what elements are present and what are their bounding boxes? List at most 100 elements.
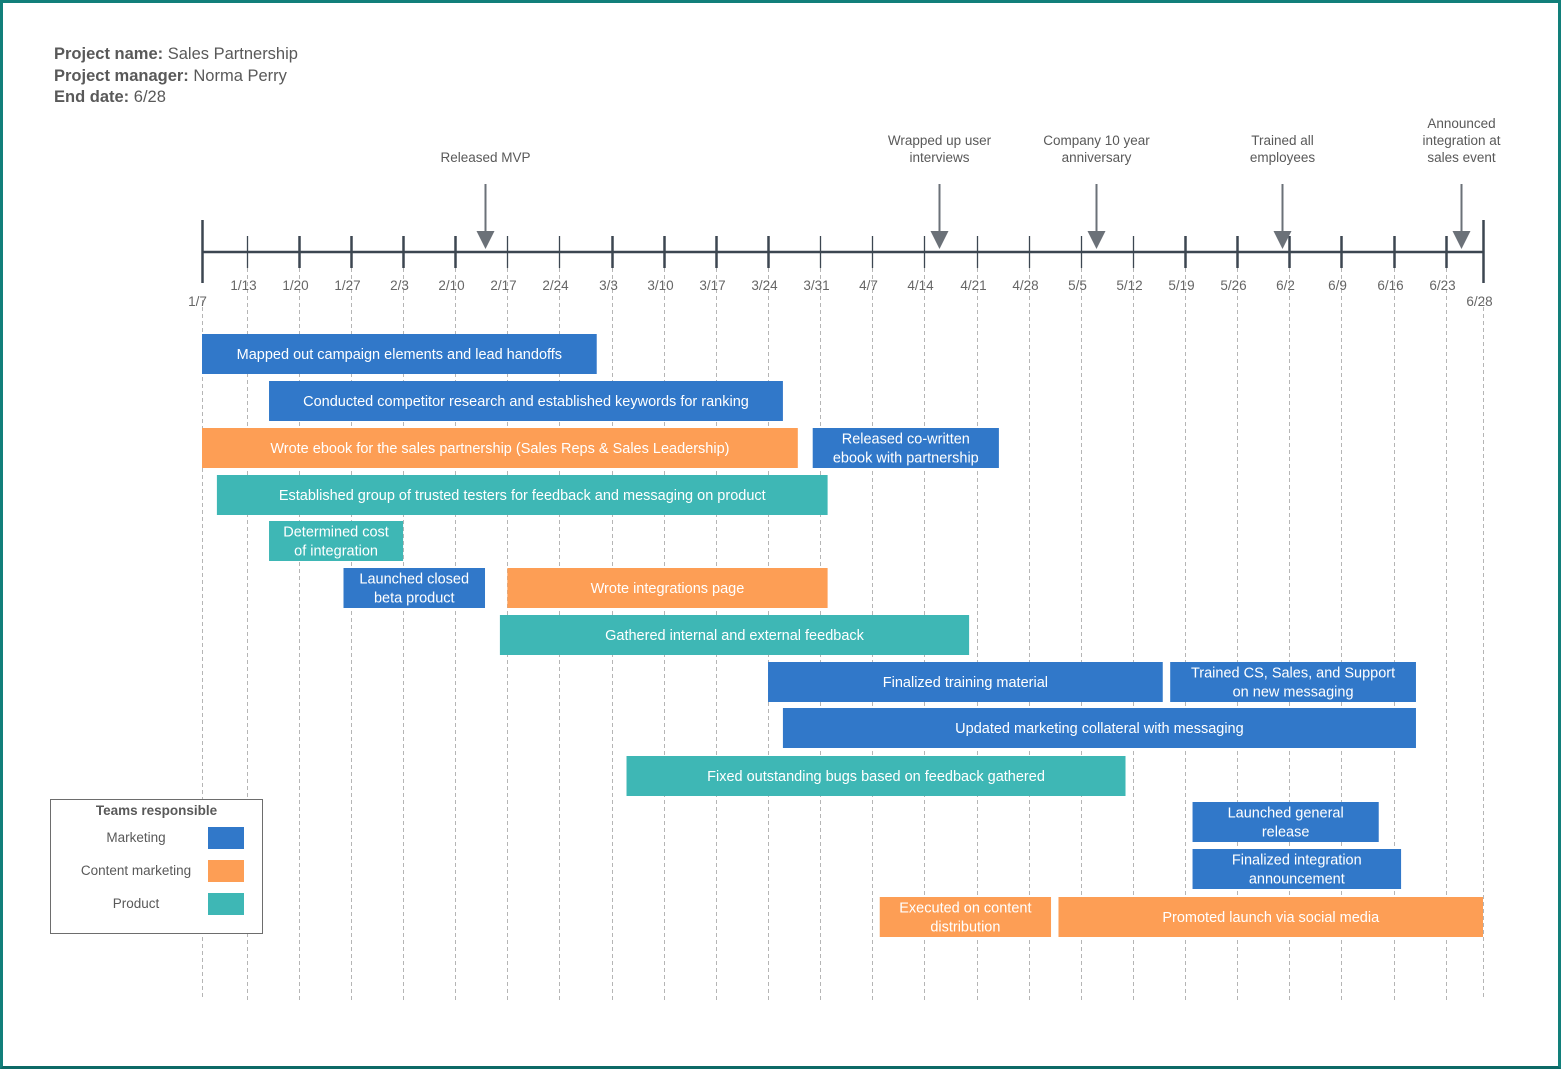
- task-bar: Launched closed beta product: [343, 568, 486, 608]
- tick-label: 1/13: [230, 278, 256, 293]
- milestone: Released MVP: [440, 150, 531, 249]
- task-bar: Wrote integrations page: [507, 568, 828, 608]
- task-bar-label: Determined cost: [283, 525, 389, 541]
- tick-label: 6/9: [1328, 278, 1347, 293]
- milestone: Trained all employees: [1250, 133, 1316, 249]
- tick-label: 2/24: [542, 278, 569, 293]
- milestone-label: Announced: [1427, 116, 1495, 131]
- legend-swatch-product: [208, 893, 244, 915]
- task-bar-label: of integration: [294, 544, 378, 560]
- task-bar-label: Launched general: [1228, 806, 1344, 822]
- task-bar: Promoted launch via social media: [1058, 897, 1483, 937]
- legend-item-product: Product: [51, 893, 262, 915]
- task-bar-label: beta product: [374, 591, 455, 607]
- task-bar: Released co-written ebook with partnershi…: [812, 428, 999, 468]
- milestone: Company 10 year anniversary: [1043, 133, 1150, 249]
- milestone-label: Trained all: [1251, 133, 1314, 148]
- task-bar-label: on new messaging: [1233, 685, 1354, 701]
- milestone-label: Wrapped up user: [888, 133, 992, 148]
- legend-label: Product: [112, 896, 160, 911]
- tick-label: 3/3: [599, 278, 618, 293]
- task-bar-label: ebook with partnership: [833, 451, 979, 467]
- milestones: Released MVP Wrapped up user interviews Com…: [440, 116, 1501, 249]
- legend-swatch-marketing: [208, 827, 244, 849]
- task-bar: Conducted competitor research and establ…: [269, 381, 783, 421]
- tick-label: 2/3: [390, 278, 409, 293]
- task-bar-label: Finalized integration: [1232, 853, 1362, 869]
- task-bar-label: Trained CS, Sales, and Support: [1191, 666, 1395, 682]
- task-bar: Launched general release: [1192, 802, 1379, 842]
- task-bar-label: Established group of trusted testers for…: [279, 488, 766, 504]
- task-bar: Executed on content distribution: [879, 897, 1052, 937]
- legend-item-content-marketing: Content marketing: [51, 860, 262, 882]
- task-bar-label: Released co-written: [842, 432, 970, 448]
- task-bar: Mapped out campaign elements and lead ha…: [202, 334, 597, 374]
- milestone-label: sales event: [1427, 150, 1496, 165]
- tick-label: 6/28: [1466, 294, 1492, 309]
- task-bar: Determined cost of integration: [269, 521, 404, 561]
- tick-label: 1/20: [282, 278, 308, 293]
- task-bar-label: Promoted launch via social media: [1162, 910, 1380, 926]
- tick-label: 3/10: [647, 278, 673, 293]
- task-bar-label: Launched closed: [359, 572, 469, 588]
- tick-label: 1/7: [188, 294, 207, 309]
- task-bar: Established group of trusted testers for…: [216, 475, 828, 515]
- task-bar: Gathered internal and external feedback: [499, 615, 970, 655]
- task-bar-label: Gathered internal and external feedback: [605, 628, 865, 644]
- task-bar-label: Fixed outstanding bugs based on feedback…: [707, 769, 1045, 785]
- tick-label: 4/7: [859, 278, 878, 293]
- task-bar: Wrote ebook for the sales partnership (S…: [202, 428, 798, 468]
- milestone-arrow-icon: [476, 231, 495, 249]
- legend-item-marketing: Marketing: [51, 827, 262, 849]
- tick-label: 5/12: [1116, 278, 1142, 293]
- task-bars: Mapped out campaign elements and lead ha…: [202, 334, 1483, 937]
- tick-label: 2/10: [438, 278, 464, 293]
- milestone-arrow-icon: [930, 231, 949, 249]
- milestone-label: Released MVP: [440, 150, 530, 165]
- tick-label: 5/5: [1068, 278, 1087, 293]
- task-bar-label: Updated marketing collateral with messag…: [955, 721, 1244, 737]
- tick-label: 6/2: [1276, 278, 1295, 293]
- tick-label: 3/24: [751, 278, 778, 293]
- task-bar-label: release: [1262, 825, 1310, 841]
- tick-label: 6/23: [1429, 278, 1455, 293]
- tick-label: 2/17: [490, 278, 516, 293]
- task-bar-label: distribution: [930, 920, 1000, 936]
- milestone: Announced integration at sales event: [1422, 116, 1501, 249]
- task-bar: Updated marketing collateral with messag…: [782, 708, 1416, 748]
- milestone-label: interviews: [909, 150, 969, 165]
- timeline-ticks: 1/7 1/13 1/20 1/27 2/3 2/10 2/17 2/24 3/3 3/10 3/1…: [188, 220, 1493, 309]
- milestone-arrow-icon: [1087, 231, 1106, 249]
- tick-label: 1/27: [334, 278, 360, 293]
- task-bar: Trained CS, Sales, and Support on new mes…: [1170, 662, 1416, 702]
- task-bar: Fixed outstanding bugs based on feedback…: [626, 756, 1126, 796]
- tick-label: 6/16: [1377, 278, 1403, 293]
- tick-label: 4/28: [1012, 278, 1038, 293]
- legend: Teams responsible Marketing Content mark…: [50, 799, 263, 934]
- task-bar-label: Conducted competitor research and establ…: [303, 394, 749, 410]
- legend-label: Marketing: [106, 830, 166, 845]
- task-bar-label: Wrote integrations page: [591, 581, 745, 597]
- tick-label: 5/26: [1220, 278, 1246, 293]
- tick-label: 4/14: [907, 278, 934, 293]
- milestone-label: Company 10 year: [1043, 133, 1150, 148]
- task-bar: Finalized integration announcement: [1192, 849, 1402, 889]
- task-bar-label: Wrote ebook for the sales partnership (S…: [270, 441, 729, 457]
- legend-swatch-content-marketing: [208, 860, 244, 882]
- milestone: Wrapped up user interviews: [888, 133, 992, 249]
- milestone-arrow-icon: [1452, 231, 1471, 249]
- milestone-label: employees: [1250, 150, 1316, 165]
- task-bar-label: announcement: [1249, 872, 1345, 888]
- task-bar-label: Mapped out campaign elements and lead ha…: [237, 347, 562, 363]
- task-bar: Finalized training material: [768, 662, 1163, 702]
- task-bar-label: Executed on content: [899, 901, 1031, 917]
- legend-title: Teams responsible: [95, 803, 218, 818]
- tick-label: 4/21: [960, 278, 986, 293]
- task-bar-label: Finalized training material: [883, 675, 1048, 691]
- tick-label: 3/31: [803, 278, 829, 293]
- tick-label: 5/19: [1168, 278, 1194, 293]
- tick-label: 3/17: [699, 278, 725, 293]
- milestone-label: integration at: [1422, 133, 1500, 148]
- milestone-label: anniversary: [1062, 150, 1132, 165]
- legend-label: Content marketing: [80, 863, 192, 878]
